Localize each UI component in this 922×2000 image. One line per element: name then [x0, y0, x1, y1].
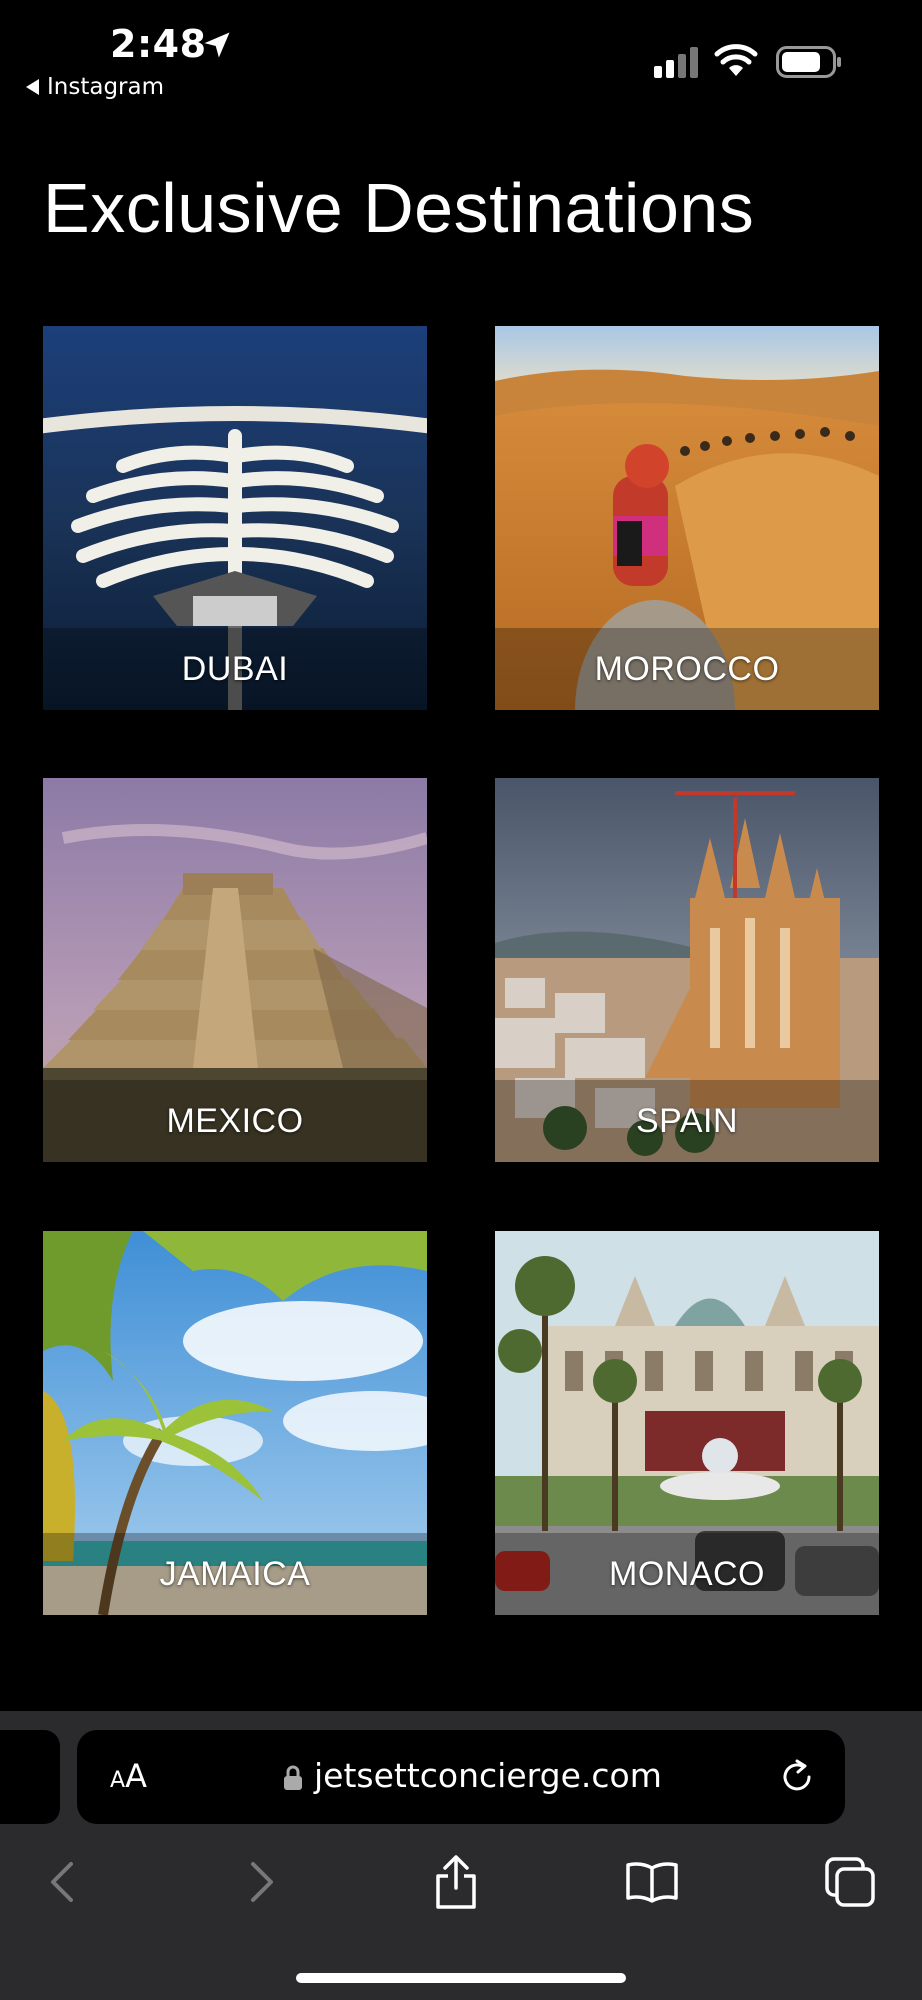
page-title: Exclusive Destinations — [43, 169, 755, 247]
destination-card-spain[interactable]: SPAIN — [495, 778, 879, 1162]
bookmarks-icon — [626, 1862, 678, 1903]
destination-card-morocco[interactable]: MOROCCO — [495, 326, 879, 710]
home-indicator[interactable] — [296, 1973, 626, 1983]
forward-button[interactable] — [232, 1852, 292, 1912]
tabs-button[interactable] — [820, 1852, 880, 1912]
reload-icon[interactable] — [778, 1758, 816, 1796]
location-arrow-icon — [204, 32, 230, 58]
status-bar: 2:48 Instagram — [0, 0, 922, 110]
text-size-button[interactable]: AA — [110, 1757, 147, 1795]
url-text[interactable]: jetsettconcierge.com — [314, 1756, 662, 1795]
destination-label: JAMAICA — [159, 1555, 311, 1593]
destination-label: SPAIN — [635, 1102, 738, 1140]
battery-icon — [776, 46, 841, 78]
destination-label: MEXICO — [166, 1102, 304, 1140]
destination-label: MOROCCO — [594, 650, 780, 688]
destination-label: DUBAI — [181, 650, 289, 688]
destination-label: MONACO — [609, 1555, 765, 1593]
back-button[interactable] — [32, 1852, 92, 1912]
destination-card-jamaica[interactable]: JAMAICA — [43, 1231, 427, 1615]
bookmarks-button[interactable] — [622, 1852, 682, 1912]
back-triangle-icon — [26, 79, 39, 95]
adjacent-tab-preview[interactable] — [0, 1730, 60, 1824]
wifi-icon — [714, 44, 758, 76]
forward-chevron-icon — [251, 1862, 273, 1902]
destination-card-monaco[interactable]: MONACO — [495, 1231, 879, 1615]
tabs-icon — [825, 1857, 875, 1907]
back-chevron-icon — [51, 1862, 73, 1902]
destination-card-dubai[interactable]: DUBAI — [43, 326, 427, 710]
destination-card-mexico[interactable]: MEXICO — [43, 778, 427, 1162]
back-to-app-link[interactable]: Instagram — [26, 74, 164, 100]
share-icon — [436, 1855, 476, 1909]
share-button[interactable] — [426, 1852, 486, 1912]
status-time: 2:48 — [110, 22, 207, 66]
signal-icon — [654, 47, 698, 78]
lock-icon — [284, 1765, 302, 1790]
back-app-label: Instagram — [47, 74, 165, 100]
